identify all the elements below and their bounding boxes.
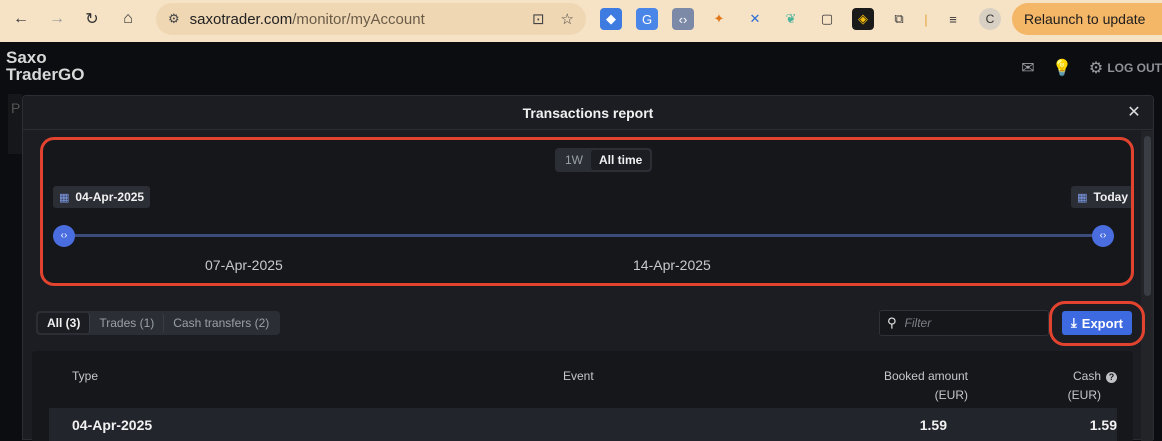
- modal-title: Transactions report: [23, 96, 1153, 130]
- cash-header-line2: (EUR): [1067, 388, 1101, 402]
- column-header-booked-amount[interactable]: Booked amount (EUR): [884, 367, 968, 405]
- modal-scrollbar-thumb[interactable]: [1144, 136, 1151, 296]
- column-header-event[interactable]: Event: [563, 367, 594, 386]
- toolbar-divider: |: [924, 11, 928, 27]
- settings-gear-icon[interactable]: ⚙: [1086, 58, 1106, 78]
- annotation-highlight-range: [40, 137, 1134, 286]
- back-icon[interactable]: ←: [6, 4, 36, 34]
- forward-icon[interactable]: →: [42, 4, 72, 34]
- help-icon[interactable]: ?: [1106, 372, 1117, 383]
- transaction-filter-tabs: All (3) Trades (1) Cash transfers (2): [36, 311, 281, 335]
- row-booked-amount: 1.59: [919, 417, 947, 433]
- logo-line2: TraderGO: [6, 65, 85, 84]
- extensions-puzzle-icon[interactable]: ⧉: [888, 8, 910, 30]
- address-bar[interactable]: ⚙ saxotrader.com/monitor/myAccount ⊡ ☆: [156, 3, 586, 35]
- extension-translate-icon[interactable]: G: [636, 8, 658, 30]
- extension-chat-icon[interactable]: ▢: [816, 8, 838, 30]
- column-header-cash[interactable]: Cash? (EUR): [1068, 367, 1117, 405]
- transactions-report-modal: Transactions report ✕ 1W All time ▦ 04-A…: [22, 95, 1154, 441]
- extension-tag-icon[interactable]: ◆: [600, 8, 622, 30]
- row-cash: 1.59: [1089, 417, 1117, 433]
- close-icon[interactable]: ✕: [1125, 104, 1143, 122]
- url-path: /monitor/myAccount: [292, 10, 425, 28]
- reload-icon[interactable]: ↻: [77, 4, 107, 34]
- home-icon[interactable]: ⌂: [113, 4, 143, 34]
- cash-header-text: Cash: [1072, 369, 1101, 383]
- extension-code-icon[interactable]: ‹›: [672, 8, 694, 30]
- relaunch-button[interactable]: Relaunch to update: [1012, 3, 1162, 35]
- browser-toolbar: ← → ↻ ⌂ ⚙ saxotrader.com/monitor/myAccou…: [0, 0, 1162, 42]
- booked-header-line2: (EUR): [934, 388, 968, 402]
- extension-fox-icon[interactable]: ✦: [708, 8, 730, 30]
- install-app-icon[interactable]: ⊡: [532, 10, 545, 28]
- transactions-table: Type Event Booked amount (EUR) Cash? (EU…: [32, 351, 1133, 441]
- profile-avatar[interactable]: C: [979, 8, 1001, 30]
- site-info-icon[interactable]: ⚙: [168, 11, 180, 27]
- filter-tab-all[interactable]: All (3): [38, 313, 91, 333]
- mail-icon[interactable]: ✉: [1018, 58, 1038, 78]
- extension-diamond-icon[interactable]: ◈: [852, 8, 874, 30]
- logo-line1: Saxo: [6, 48, 47, 67]
- extension-leaf-icon[interactable]: ❦: [780, 8, 802, 30]
- column-header-type[interactable]: Type: [72, 367, 98, 386]
- filter-search: ⚲: [879, 310, 1049, 336]
- lightbulb-icon[interactable]: 💡: [1052, 58, 1072, 78]
- app-logo: Saxo TraderGO: [6, 49, 84, 83]
- booked-header-line1: Booked amount: [883, 369, 968, 383]
- filter-tab-cash-transfers[interactable]: Cash transfers (2): [164, 313, 278, 333]
- background-tab: P: [8, 94, 22, 154]
- annotation-highlight-export: [1049, 301, 1145, 346]
- media-queue-icon[interactable]: ≡: [942, 8, 964, 30]
- filter-tab-trades[interactable]: Trades (1): [90, 313, 165, 333]
- header-actions: ✉ 💡 ⚙: [1018, 58, 1106, 78]
- extension-wrench-icon[interactable]: ✕: [744, 8, 766, 30]
- logout-button[interactable]: LOG OUT: [1107, 61, 1162, 75]
- filter-input[interactable]: [904, 316, 1035, 330]
- table-row[interactable]: 04-Apr-2025 1.59 1.59: [49, 408, 1117, 441]
- url-host: saxotrader.com: [189, 10, 293, 28]
- address-url: saxotrader.com/monitor/myAccount: [190, 11, 425, 28]
- bookmark-star-icon[interactable]: ☆: [561, 10, 574, 28]
- cash-header-line1: Cash?: [1068, 367, 1117, 386]
- search-icon: ⚲: [887, 315, 897, 330]
- extensions-bar: ◆ G ‹› ✦ ✕ ❦ ▢ ◈ ⧉ | ≡: [600, 8, 964, 30]
- row-type: 04-Apr-2025: [72, 417, 153, 433]
